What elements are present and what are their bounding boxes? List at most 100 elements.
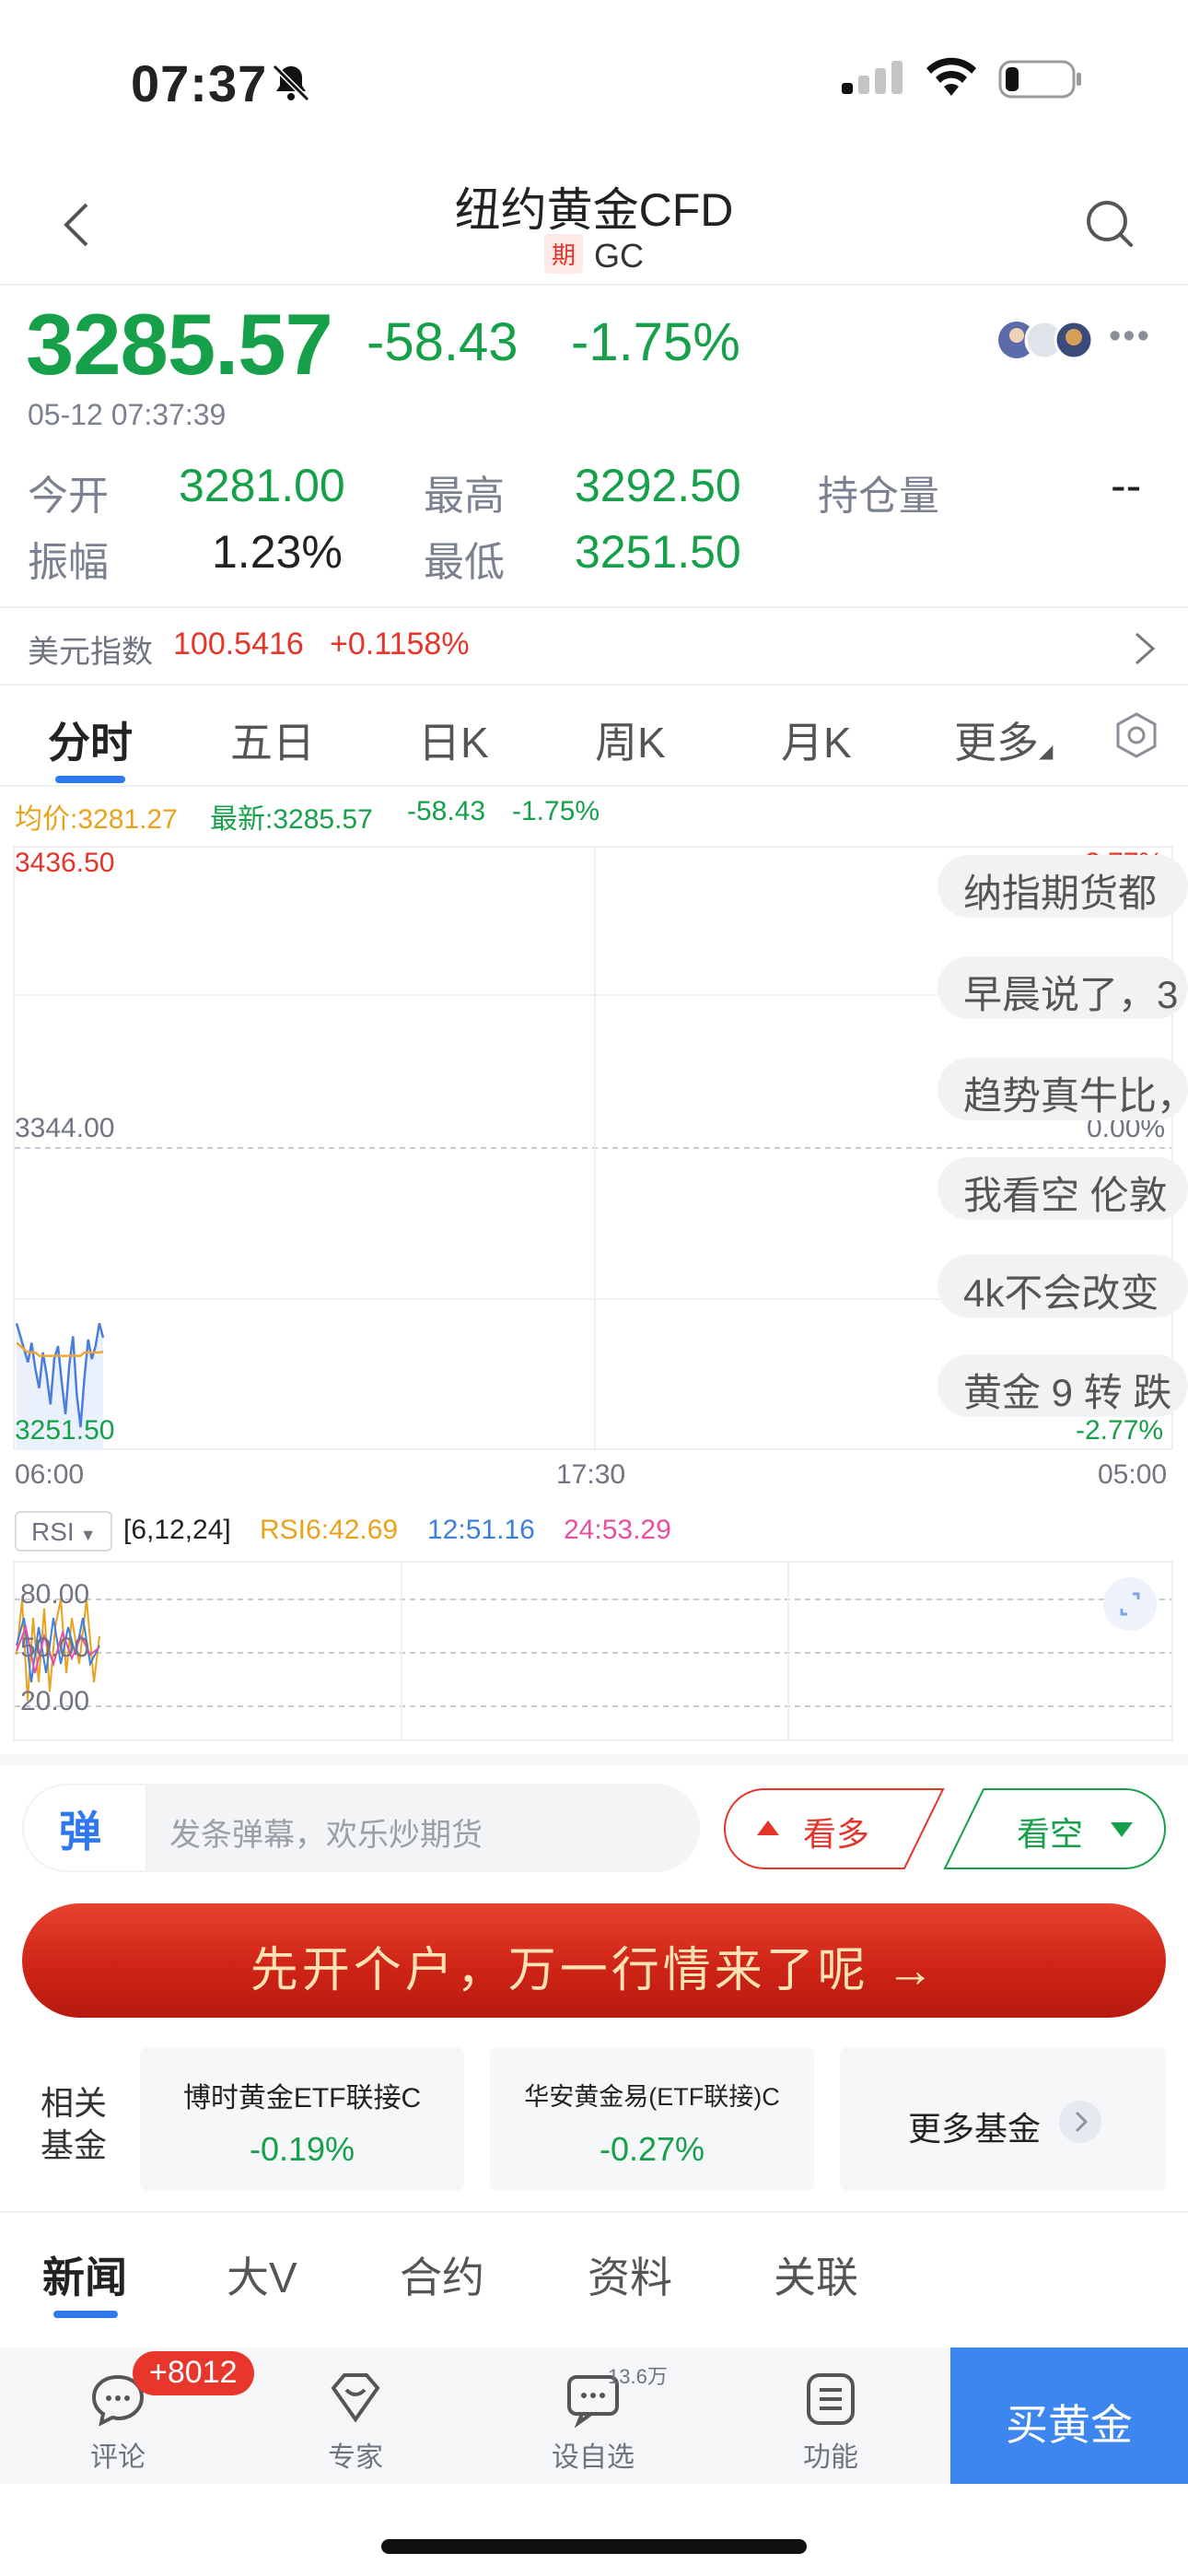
- tab-timeshare[interactable]: 分时: [48, 709, 133, 770]
- y-axis-mid: 3344.00: [15, 1113, 115, 1143]
- dropdown-caret-icon: ◢: [1039, 742, 1054, 762]
- amplitude-value: 1.23%: [212, 526, 343, 578]
- divider: [0, 684, 1188, 685]
- home-indicator: [381, 2539, 807, 2554]
- chevron-right-icon[interactable]: [1133, 630, 1157, 667]
- watchlist-label: 设自选: [552, 2442, 635, 2473]
- price-change-pct: -1.75%: [571, 312, 740, 372]
- tab-more-label: 更多: [954, 719, 1039, 767]
- search-icon[interactable]: [1083, 197, 1135, 249]
- chevron-right-icon: [1059, 2101, 1101, 2143]
- silent-bell-icon: [272, 64, 310, 102]
- danmu-badge: 弹: [59, 1808, 101, 1856]
- fund-card[interactable]: [140, 2047, 464, 2191]
- y-axis-top: 3436.50: [15, 848, 115, 878]
- comment-count-badge: +8012: [133, 2351, 254, 2395]
- comment-label: 评论: [90, 2442, 146, 2473]
- expert-diamond-icon[interactable]: [326, 2368, 385, 2427]
- tab-related[interactable]: 关联: [774, 2244, 858, 2305]
- high-label: 最高: [424, 474, 505, 519]
- user-avatars[interactable]: [996, 319, 1107, 361]
- y-axis-bottom: 3251.50: [15, 1415, 115, 1446]
- tab-more[interactable]: 更多◢: [954, 709, 1053, 770]
- more-dots-icon[interactable]: •••: [1109, 317, 1151, 357]
- danmu-bubble[interactable]: 趋势真牛比，: [938, 1058, 1188, 1120]
- indicator-select-label: RSI: [31, 1517, 75, 1546]
- fund-pct: -0.27%: [599, 2130, 705, 2168]
- watch-count: 13.6万: [608, 2365, 668, 2388]
- rsi-level-20: 20.00: [20, 1686, 90, 1716]
- pct-legend: -1.75%: [512, 796, 600, 826]
- page-title: 纽约黄金CFD: [454, 184, 734, 236]
- tab-big-v[interactable]: 大V: [227, 2244, 297, 2305]
- tab-news[interactable]: 新闻: [42, 2244, 127, 2305]
- x-axis-end: 05:00: [1098, 1459, 1168, 1490]
- chart-settings-icon[interactable]: [1112, 711, 1160, 759]
- symbol-row: 期 GC: [0, 234, 1188, 275]
- dollar-index-pct: +0.1158%: [330, 626, 470, 662]
- tab-info[interactable]: 资料: [588, 2244, 672, 2305]
- pct-axis-bottom: -2.77%: [1076, 1415, 1164, 1446]
- open-value: 3281.00: [179, 460, 345, 511]
- open-label: 今开: [28, 474, 109, 519]
- active-tab-indicator: [53, 2311, 118, 2318]
- divider: [0, 2211, 1188, 2213]
- last-price: 3285.57: [26, 296, 333, 392]
- high-value: 3292.50: [575, 460, 741, 511]
- expert-label: 专家: [328, 2442, 383, 2473]
- danmu-bubble[interactable]: 4k不会改变: [938, 1255, 1188, 1317]
- indicator-select[interactable]: RSI ▼: [15, 1511, 112, 1551]
- open-interest-label: 持仓量: [818, 474, 939, 519]
- rsi-grid: [15, 1563, 1171, 1739]
- battery-icon: [998, 60, 1081, 99]
- tab-monthly-k[interactable]: 月K: [781, 709, 852, 770]
- banner-text: 先开个户，万一行情来了呢 →: [250, 1944, 938, 1997]
- danmu-bubble[interactable]: 纳指期货都: [938, 855, 1188, 918]
- rsi24-value: 24:53.29: [564, 1515, 671, 1545]
- avg-price-legend: 均价:3281.27: [15, 804, 178, 835]
- expand-icon[interactable]: [1103, 1577, 1157, 1631]
- header-divider: [0, 284, 1188, 286]
- status-time: 07:37: [131, 54, 268, 112]
- buy-gold-label: 买黄金: [1006, 2401, 1133, 2449]
- latest-price-legend: 最新:3285.57: [210, 804, 373, 835]
- rsi-level-80: 80.00: [20, 1579, 90, 1610]
- bearish-label: 看空: [1017, 1815, 1084, 1853]
- symbol-code: GC: [594, 237, 644, 275]
- rsi-params: [6,12,24]: [123, 1515, 231, 1545]
- danmu-bubble[interactable]: 早晨说了，3: [938, 956, 1188, 1019]
- related-funds-label-1: 相关: [41, 2084, 108, 2122]
- fund-name: 华安黄金易(ETF联接)C: [524, 2083, 780, 2111]
- fund-card[interactable]: [490, 2047, 814, 2191]
- x-axis-mid: 17:30: [556, 1459, 626, 1490]
- rsi6-value: RSI6:42.69: [260, 1515, 399, 1545]
- price-change: -58.43: [367, 312, 518, 372]
- x-axis-start: 06:00: [15, 1459, 85, 1490]
- function-menu-icon[interactable]: [801, 2370, 860, 2429]
- low-value: 3251.50: [575, 526, 741, 578]
- fund-pct: -0.19%: [249, 2130, 355, 2168]
- futures-tag: 期: [543, 234, 583, 274]
- change-legend: -58.43: [407, 796, 486, 826]
- cell-signal-icon: [842, 61, 903, 94]
- tab-contracts[interactable]: 合约: [400, 2244, 484, 2305]
- tab-five-day[interactable]: 五日: [230, 709, 315, 770]
- dollar-index-label[interactable]: 美元指数: [28, 626, 153, 672]
- active-tab-indicator: [55, 776, 125, 783]
- danmu-placeholder: 发条弹幕，欢乐炒期货: [169, 1818, 483, 1853]
- dollar-index-value: 100.5416: [173, 626, 304, 662]
- bullish-label: 看多: [803, 1815, 870, 1853]
- fund-name: 博时黄金ETF联接C: [182, 2083, 422, 2113]
- open-interest-value: --: [1111, 460, 1142, 511]
- low-label: 最低: [424, 540, 505, 585]
- amplitude-label: 振幅: [28, 540, 109, 585]
- divider: [0, 785, 1188, 787]
- danmu-bubble[interactable]: 我看空 伦敦: [938, 1157, 1188, 1220]
- quote-datetime: 05-12 07:37:39: [28, 398, 227, 431]
- danmu-bubble[interactable]: 黄金 9 转 跌: [938, 1354, 1188, 1417]
- tab-weekly-k[interactable]: 周K: [595, 709, 666, 770]
- tab-daily-k[interactable]: 日K: [418, 709, 489, 770]
- related-funds-label-2: 基金: [41, 2126, 108, 2164]
- rsi-chart[interactable]: [13, 1561, 1173, 1741]
- more-funds-label: 更多基金: [908, 2110, 1042, 2148]
